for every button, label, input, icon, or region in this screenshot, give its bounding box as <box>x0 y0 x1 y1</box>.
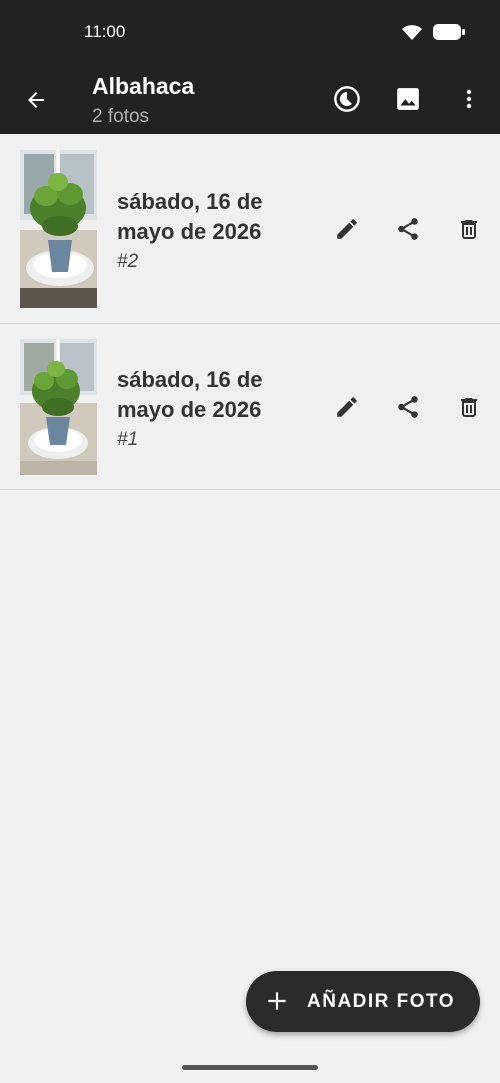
image-icon <box>397 88 419 110</box>
delete-icon <box>461 220 477 239</box>
edit-button[interactable] <box>331 213 363 245</box>
delete-button[interactable] <box>453 213 485 245</box>
back-arrow-icon <box>28 92 44 108</box>
edit-button[interactable] <box>331 391 363 423</box>
entry-number: #2 <box>117 251 139 272</box>
edit-icon <box>337 397 357 417</box>
edit-icon <box>337 219 357 239</box>
share-icon <box>398 218 418 240</box>
plus-icon <box>268 992 286 1010</box>
more-options-button[interactable] <box>453 83 485 115</box>
status-time: 11:00 <box>84 22 126 41</box>
battery-icon <box>433 24 465 40</box>
status-bar: 11:00 <box>0 0 500 64</box>
status-icons <box>400 22 466 42</box>
back-button[interactable] <box>20 84 52 116</box>
delete-button[interactable] <box>453 391 485 423</box>
entry-date: sábado, 16 de mayo de 2026 <box>117 187 317 247</box>
app-bar: Albahaca 2 fotos <box>0 64 500 134</box>
entry-date: sábado, 16 de mayo de 2026 <box>117 365 317 425</box>
photo-thumbnail[interactable] <box>20 339 97 475</box>
entry-date-line2: mayo de 2026 <box>117 219 262 244</box>
share-button[interactable] <box>392 391 424 423</box>
more-vert-icon <box>466 89 472 109</box>
list-item[interactable]: sábado, 16 de mayo de 2026 #2 <box>0 134 500 324</box>
photo-thumbnail[interactable] <box>20 150 97 308</box>
basil-plant-photo <box>20 150 97 308</box>
photo-list: sábado, 16 de mayo de 2026 #2 sábado, 16… <box>0 134 500 490</box>
delete-icon <box>461 398 477 417</box>
gallery-button[interactable] <box>392 83 424 115</box>
add-photo-label: AÑADIR FOTO <box>307 991 456 1012</box>
share-icon <box>398 396 418 418</box>
timelapse-icon <box>334 86 360 112</box>
basil-plant-photo <box>20 339 97 475</box>
share-button[interactable] <box>392 213 424 245</box>
home-indicator[interactable] <box>182 1065 318 1070</box>
wifi-icon <box>402 25 422 40</box>
entry-number: #1 <box>117 429 139 450</box>
page-title: Albahaca <box>92 73 195 99</box>
list-item[interactable]: sábado, 16 de mayo de 2026 #1 <box>0 324 500 490</box>
entry-date-line2: mayo de 2026 <box>117 397 262 422</box>
entry-date-line1: sábado, 16 de <box>117 367 263 392</box>
add-photo-button[interactable]: AÑADIR FOTO <box>246 971 480 1032</box>
page-subtitle: 2 fotos <box>92 106 150 127</box>
entry-date-line1: sábado, 16 de <box>117 189 263 214</box>
timelapse-button[interactable] <box>331 83 363 115</box>
